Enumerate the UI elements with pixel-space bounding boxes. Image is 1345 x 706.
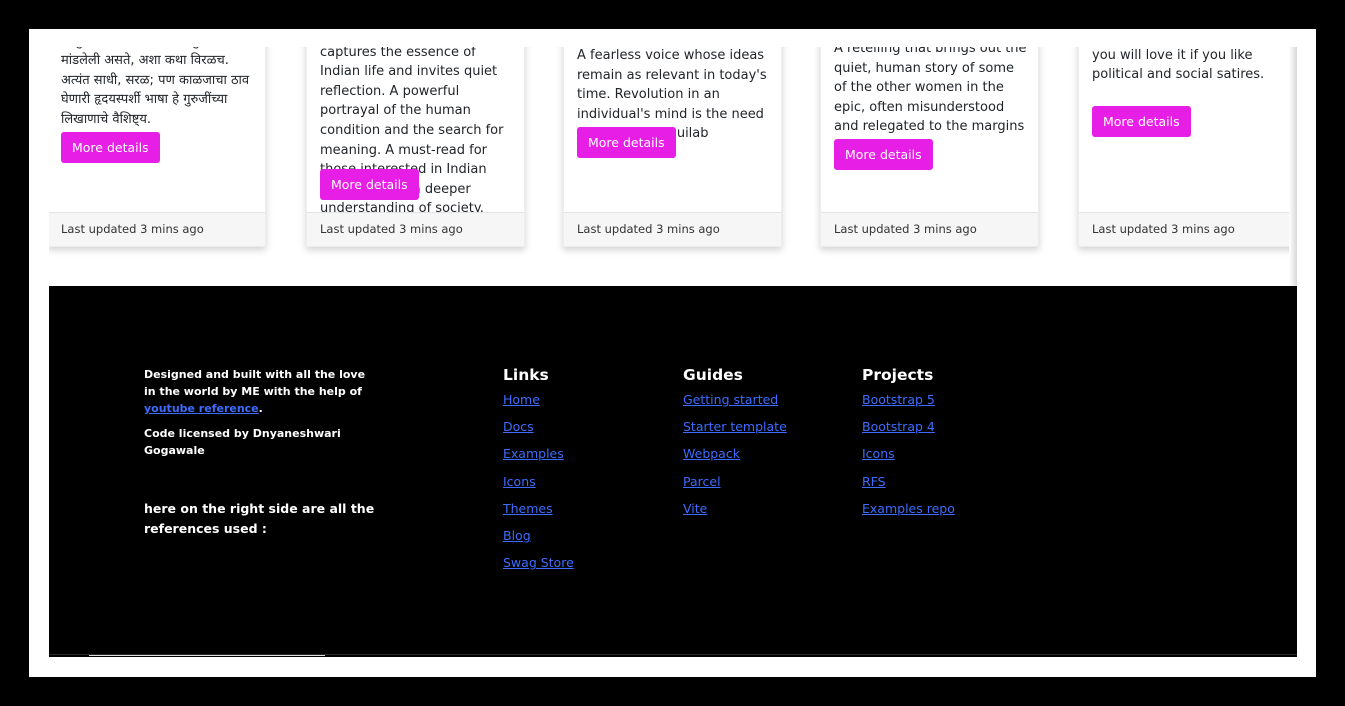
link-themes[interactable]: Themes (503, 501, 553, 516)
link-blog[interactable]: Blog (503, 528, 531, 543)
link-rfs[interactable]: RFS (862, 474, 886, 489)
link-bootstrap-5[interactable]: Bootstrap 5 (862, 392, 935, 407)
link-examples-repo[interactable]: Examples repo (862, 501, 955, 516)
link-docs[interactable]: Docs (503, 419, 534, 434)
link-webpack[interactable]: Webpack (683, 446, 740, 461)
card-1: ग्रामीण जीवनातील साधेपणा आणि आपुलकी क्वच… (49, 47, 266, 247)
link-bootstrap-4[interactable]: Bootstrap 4 (862, 419, 935, 434)
footer-column-projects: Projects Bootstrap 5 Bootstrap 4 Icons R… (862, 366, 955, 526)
column-title: Projects (862, 366, 934, 384)
link-vite[interactable]: Vite (683, 501, 707, 516)
youtube-reference-link[interactable]: youtube reference (144, 402, 259, 415)
more-details-button[interactable]: More details (577, 127, 676, 158)
credit-prefix: Designed and built with all the love in … (144, 368, 366, 398)
credit-text: Designed and built with all the love in … (144, 366, 379, 417)
card-footer: Last updated 3 mins ago (1079, 212, 1296, 246)
link-home[interactable]: Home (503, 392, 540, 407)
card-2: A timeless classic that captures the ess… (306, 47, 525, 247)
card-footer: Last updated 3 mins ago (307, 212, 524, 246)
link-swag-store[interactable]: Swag Store (503, 555, 574, 570)
column-title: Guides (683, 366, 743, 384)
more-details-button[interactable]: More details (61, 132, 160, 163)
cards-section: ग्रामीण जीवनातील साधेपणा आणि आपुलकी क्वच… (49, 47, 1297, 286)
link-getting-started[interactable]: Getting started (683, 392, 778, 407)
credit-suffix: . (258, 402, 263, 415)
more-details-button[interactable]: More details (834, 139, 933, 170)
card-5: A sharp and witty read that you will lov… (1078, 47, 1297, 247)
link-starter-template[interactable]: Starter template (683, 419, 787, 434)
more-details-button[interactable]: More details (320, 169, 419, 200)
card-4: A retelling that brings out the quiet, h… (820, 47, 1039, 247)
license-text: Code licensed by Dnyaneshwari Gogawale (144, 427, 341, 457)
footer-credits: Designed and built with all the love in … (144, 366, 379, 552)
card-footer: Last updated 3 mins ago (564, 212, 781, 246)
footer-column-guides: Guides Getting started Starter template … (683, 366, 787, 526)
card-text: ग्रामीण जीवनातील साधेपणा आणि आपुलकी क्वच… (61, 47, 250, 127)
card-text: A retelling that brings out the quiet, h… (834, 47, 1027, 135)
link-examples[interactable]: Examples (503, 446, 564, 461)
page-viewport: ग्रामीण जीवनातील साधेपणा आणि आपुलकी क्वच… (49, 47, 1297, 657)
footer-divider-highlight (89, 655, 325, 656)
card-text: A sharp and witty read that you will lov… (1092, 47, 1265, 83)
references-note: here on the right side are all the refer… (144, 501, 375, 536)
link-icons[interactable]: Icons (503, 474, 536, 489)
footer-column-links: Links Home Docs Examples Icons Themes Bl… (503, 366, 574, 580)
card-footer: Last updated 3 mins ago (821, 212, 1038, 246)
card-footer: Last updated 3 mins ago (49, 212, 265, 246)
column-title: Links (503, 366, 549, 384)
link-project-icons[interactable]: Icons (862, 446, 895, 461)
link-parcel[interactable]: Parcel (683, 474, 721, 489)
more-details-button[interactable]: More details (1092, 106, 1191, 137)
card-3: A fearless voice whose ideas remain as r… (563, 47, 782, 247)
